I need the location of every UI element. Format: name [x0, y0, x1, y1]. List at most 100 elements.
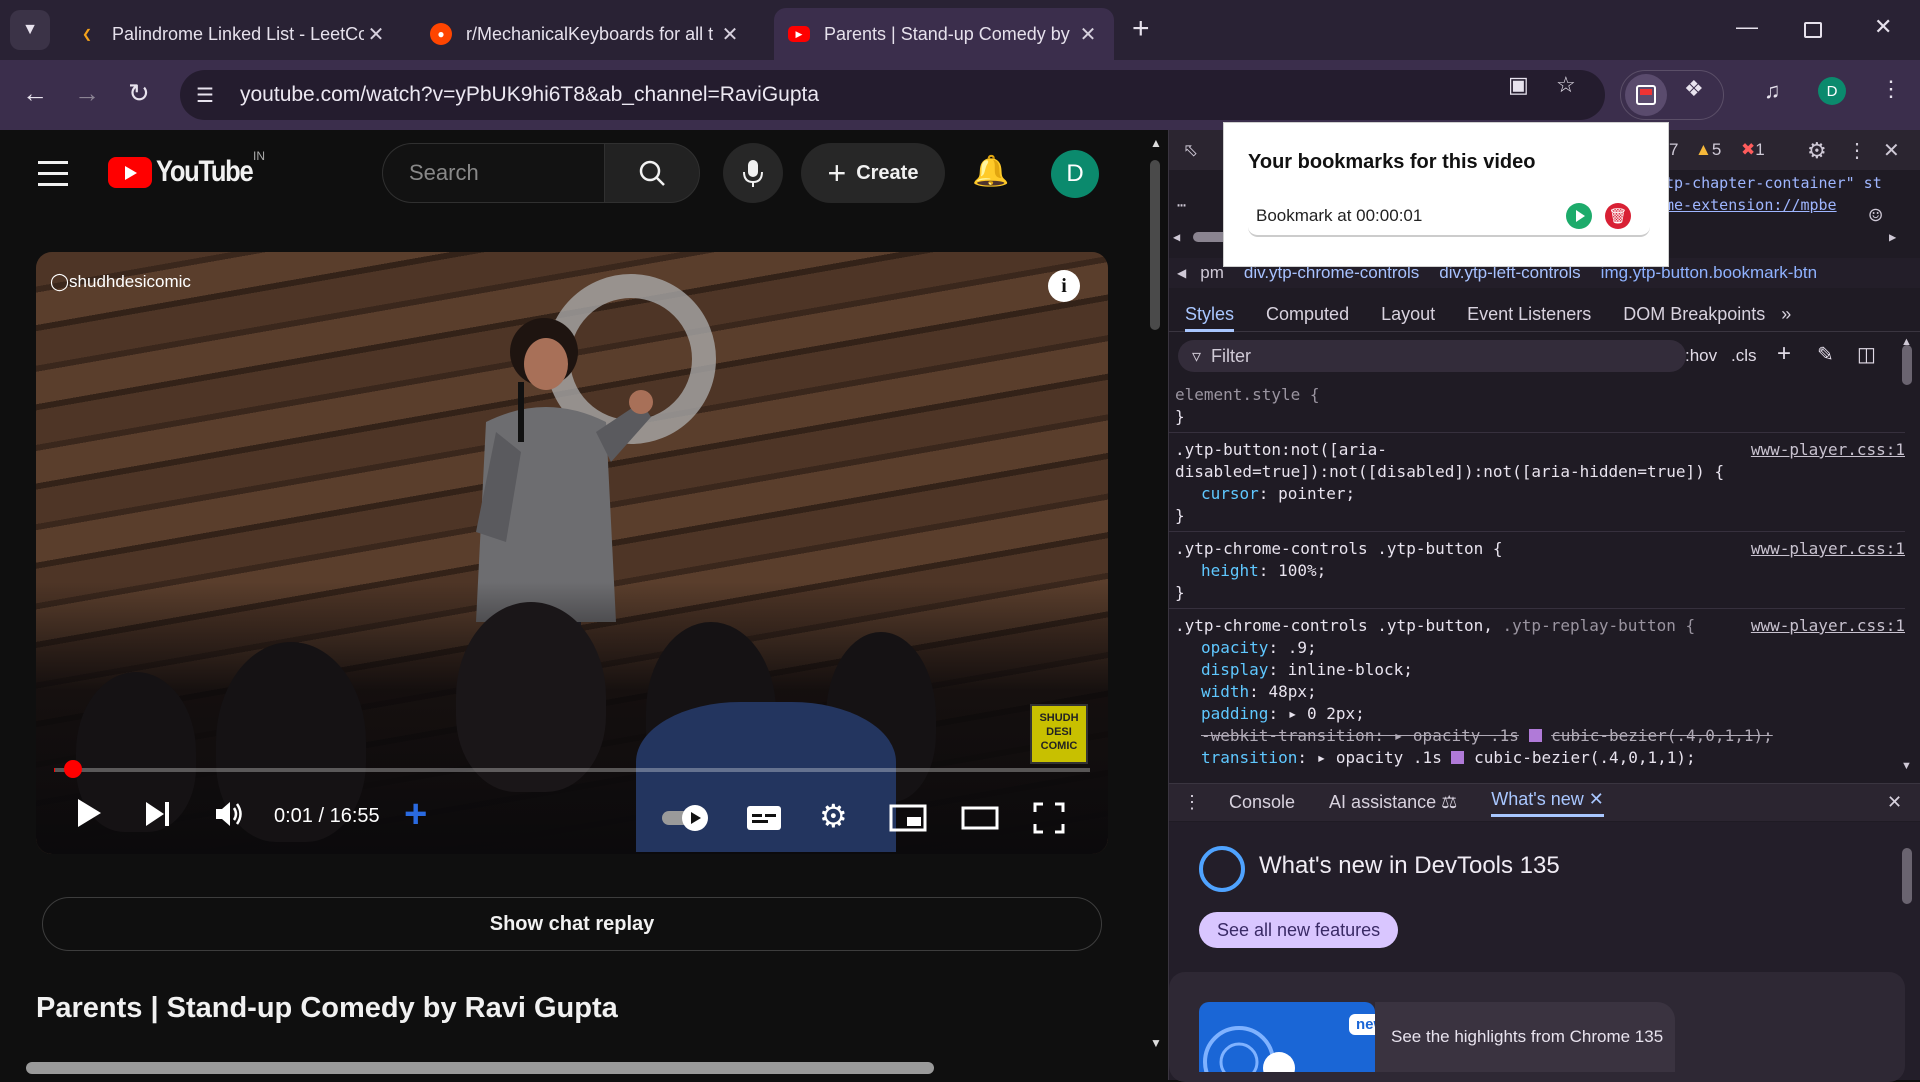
rule-source-link[interactable]: www-player.css:1 — [1751, 615, 1905, 637]
subtitles-button[interactable] — [746, 804, 782, 837]
show-chat-replay-button[interactable]: Show chat replay — [42, 897, 1102, 951]
close-icon[interactable]: ✕ — [1076, 22, 1100, 47]
devtools-more-icon[interactable]: ⋮ — [1847, 138, 1867, 163]
styles-filter-input[interactable]: ▿ Filter — [1178, 340, 1686, 372]
delete-bookmark-icon[interactable]: 🗑 — [1605, 203, 1631, 229]
scroll-down-arrow-icon[interactable]: ▼ — [1150, 1036, 1162, 1050]
star-icon[interactable]: ☆ — [1556, 72, 1576, 98]
play-button[interactable] — [76, 798, 102, 828]
css-declaration[interactable]: width: 48px; — [1175, 681, 1899, 703]
search-button[interactable] — [604, 143, 700, 203]
reload-icon[interactable]: ↻ — [128, 78, 150, 108]
tab-search-button[interactable]: ▼ — [10, 10, 50, 50]
hamburger-menu-icon[interactable] — [38, 161, 68, 194]
account-avatar[interactable]: D — [1051, 150, 1099, 198]
scroll-right-arrow-icon[interactable]: ▶ — [1889, 230, 1896, 244]
easing-swatch-icon[interactable] — [1451, 751, 1465, 764]
css-declaration[interactable]: display: inline-block; — [1175, 659, 1899, 681]
minimize-icon[interactable]: — — [1736, 14, 1758, 40]
site-info-icon[interactable]: ☰ — [196, 83, 226, 108]
horizontal-scroll-thumb[interactable] — [26, 1062, 934, 1074]
tab-youtube[interactable]: ▶ Parents | Stand-up Comedy by ✕ — [774, 8, 1114, 60]
style-rule[interactable]: www-player.css:1 .ytp-chrome-controls .y… — [1169, 609, 1905, 773]
video-player[interactable]: ◯shudhdesicomic i SHUDH DESI COMIC 0:01 / … — [36, 252, 1108, 854]
devtools-close-icon[interactable]: ✕ — [1883, 138, 1900, 163]
breadcrumb-left-arrow-icon[interactable]: ◀ — [1177, 266, 1186, 280]
style-rule[interactable]: element.style { } — [1169, 378, 1905, 433]
media-control-icon[interactable]: ♫ — [1764, 78, 1781, 104]
scroll-left-arrow-icon[interactable]: ◀ — [1173, 230, 1180, 244]
rule-source-link[interactable]: www-player.css:1 — [1751, 439, 1905, 461]
errors-badge[interactable]: ✖1 — [1741, 140, 1765, 160]
see-all-features-button[interactable]: See all new features — [1199, 912, 1399, 948]
address-bar[interactable]: ☰ youtube.com/watch?v=yPbUK9hi6T8&ab_cha… — [180, 70, 1605, 120]
play-bookmark-icon[interactable] — [1566, 203, 1592, 229]
warning-count-left[interactable]: 7 — [1669, 140, 1678, 160]
tab-console[interactable]: Console — [1229, 792, 1295, 813]
close-window-icon[interactable]: ✕ — [1874, 14, 1892, 40]
vertical-scroll-thumb[interactable] — [1150, 160, 1160, 330]
close-icon[interactable]: ✕ — [718, 22, 742, 47]
css-declaration[interactable]: height: 100%; — [1175, 560, 1899, 582]
scroll-down-arrow-icon[interactable]: ▼ — [1901, 760, 1912, 772]
warnings-badge[interactable]: ▲5 — [1695, 140, 1721, 160]
accessibility-icon[interactable]: ☺ — [1869, 204, 1882, 229]
tab-computed[interactable]: Computed — [1266, 296, 1349, 332]
add-bookmark-plus-icon[interactable]: + — [404, 794, 427, 834]
css-declaration[interactable]: opacity: .9; — [1175, 637, 1899, 659]
style-rule[interactable]: www-player.css:1 .ytp-chrome-controls .y… — [1169, 532, 1905, 609]
theater-mode-button[interactable] — [961, 804, 999, 837]
progress-bar[interactable] — [54, 760, 1090, 778]
element-snippet[interactable]: me-extension://mpbe — [1665, 196, 1837, 214]
url-text[interactable]: youtube.com/watch?v=yPbUK9hi6T8&ab_chann… — [240, 83, 819, 107]
voice-search-button[interactable] — [723, 143, 783, 203]
settings-gear-icon[interactable]: ⚙ — [819, 800, 848, 832]
close-drawer-icon[interactable]: ✕ — [1887, 792, 1902, 813]
css-declaration[interactable]: cursor: pointer; — [1175, 483, 1899, 505]
close-icon[interactable]: ✕ — [364, 22, 388, 47]
new-style-rule-plus-icon[interactable]: + — [1777, 340, 1791, 368]
tab-reddit[interactable]: ● r/MechanicalKeyboards for all t ✕ — [416, 8, 756, 60]
style-rule[interactable]: www-player.css:1 .ytp-button:not([aria- … — [1169, 433, 1905, 532]
volume-button[interactable] — [214, 800, 246, 833]
inspect-element-icon[interactable]: ⬁ — [1183, 140, 1198, 161]
profile-avatar[interactable]: D — [1818, 77, 1846, 105]
css-declaration-overridden[interactable]: -webkit-transition: ▸ opacity .1s cubic-… — [1175, 725, 1899, 747]
create-button[interactable]: + Create — [801, 143, 945, 203]
autoplay-toggle[interactable] — [662, 804, 712, 837]
new-tab-button[interactable]: + — [1132, 12, 1150, 46]
close-icon[interactable]: ✕ — [1589, 789, 1604, 809]
fullscreen-button[interactable] — [1033, 802, 1065, 839]
bookmark-extension-button[interactable] — [1625, 74, 1667, 116]
restore-icon[interactable] — [1804, 22, 1822, 38]
tab-whats-new[interactable]: What's new ✕ — [1491, 789, 1604, 817]
search-input[interactable]: Search — [382, 143, 604, 203]
install-app-icon[interactable]: ▣ — [1508, 72, 1529, 98]
cls-toggle[interactable]: .cls — [1731, 346, 1757, 366]
easing-swatch-icon[interactable] — [1528, 729, 1542, 742]
styles-scroll-thumb[interactable] — [1902, 345, 1912, 385]
paint-brush-icon[interactable]: ✎ — [1817, 342, 1834, 367]
tab-styles[interactable]: Styles — [1185, 296, 1235, 332]
highlights-link[interactable]: See the highlights from Chrome 135 — [1391, 1027, 1663, 1047]
rule-source-link[interactable]: www-player.css:1 — [1751, 538, 1905, 560]
more-menu-icon[interactable]: ⋮ — [1880, 76, 1902, 102]
more-tabs-chevron-icon[interactable]: » — [1781, 296, 1791, 332]
scroll-up-arrow-icon[interactable]: ▲ — [1150, 136, 1162, 150]
scroll-up-arrow-icon[interactable]: ▲ — [1901, 336, 1912, 348]
css-declaration[interactable]: padding: ▸ 0 2px; — [1175, 703, 1899, 725]
highlights-thumbnail[interactable]: new — [1199, 1002, 1375, 1072]
notifications-bell-icon[interactable]: 🔔 — [972, 154, 1009, 189]
tab-dom-breakpoints[interactable]: DOM Breakpoints — [1623, 296, 1765, 332]
scrubber-handle[interactable] — [64, 760, 82, 778]
devtools-settings-gear-icon[interactable]: ⚙ — [1807, 138, 1827, 164]
toggle-sidebar-icon[interactable]: ◫ — [1857, 342, 1876, 367]
ellipsis-icon[interactable]: ⋯ — [1177, 196, 1186, 214]
miniplayer-button[interactable] — [889, 804, 927, 837]
next-button[interactable] — [144, 800, 172, 833]
youtube-logo[interactable]: YouTube — [108, 155, 269, 189]
back-icon[interactable]: ← — [22, 78, 48, 108]
info-icon[interactable]: i — [1048, 270, 1080, 302]
tab-ai-assistance[interactable]: AI assistance ⚖ — [1329, 792, 1457, 813]
tab-layout[interactable]: Layout — [1381, 296, 1435, 332]
